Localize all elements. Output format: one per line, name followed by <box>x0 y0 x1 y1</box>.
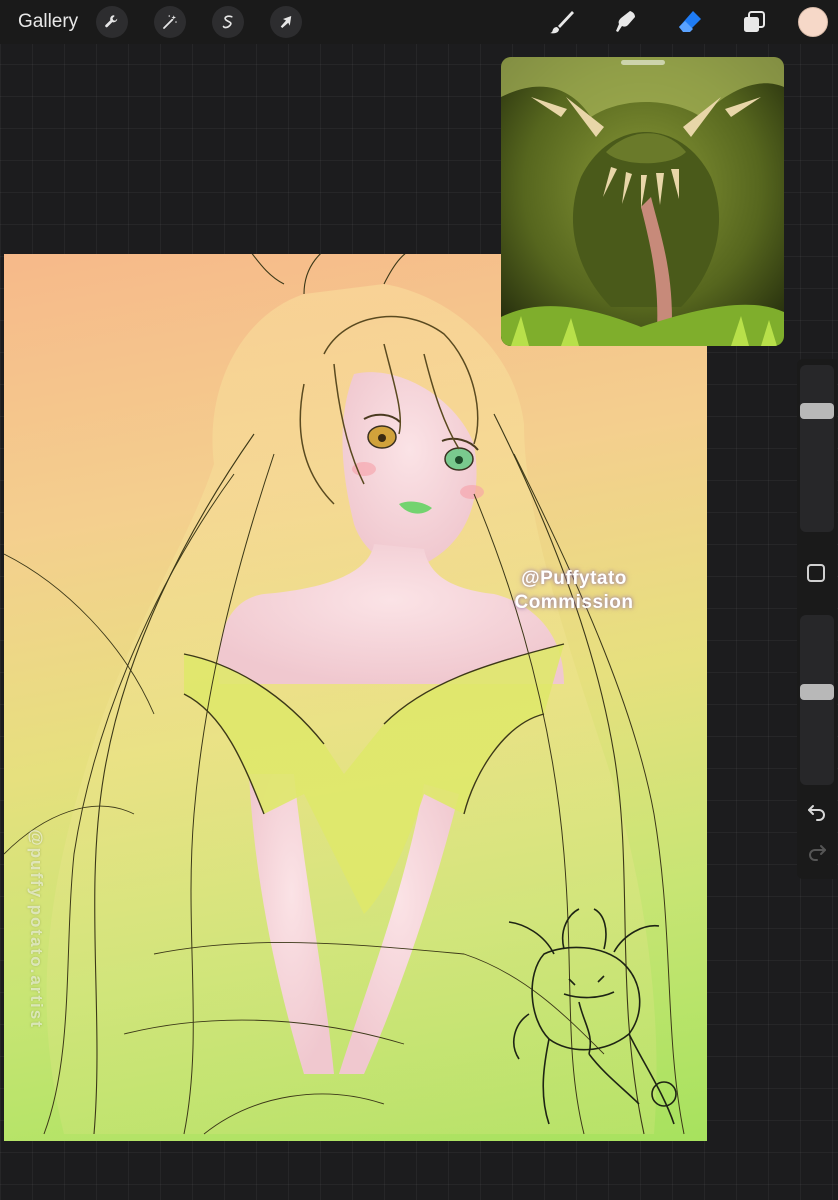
magic-wand-icon <box>163 15 177 29</box>
undo-icon[interactable] <box>805 799 829 823</box>
watermark-commission: Commission <box>514 592 634 613</box>
eraser-icon <box>679 11 701 32</box>
brush-size-thumb[interactable] <box>800 402 834 419</box>
brush-icon <box>550 11 574 34</box>
transform-button[interactable] <box>270 6 303 38</box>
redo-icon[interactable] <box>805 839 829 863</box>
top-toolbar: Gallery <box>0 0 838 44</box>
layers-icon <box>744 11 765 32</box>
selection-button[interactable] <box>212 6 245 38</box>
reference-image <box>501 57 784 346</box>
side-toolbar <box>797 359 837 879</box>
right-tool-group <box>542 0 838 44</box>
opacity-thumb[interactable] <box>800 684 834 701</box>
vertical-watermark: @puffy.potato.artist <box>27 829 46 1029</box>
smudge-icon <box>616 11 635 32</box>
reference-drag-handle[interactable] <box>621 60 665 65</box>
wrench-icon <box>105 15 118 28</box>
commission-watermark: @Puffytato Commission <box>494 567 654 615</box>
actions-button[interactable] <box>96 6 129 38</box>
gallery-button[interactable]: Gallery <box>18 11 78 33</box>
brush-size-slider[interactable] <box>800 365 834 532</box>
watermark-handle: @Puffytato <box>521 568 627 589</box>
arrow-cursor-icon <box>280 16 292 28</box>
layers-button[interactable] <box>734 2 774 42</box>
selection-icon <box>222 15 233 29</box>
color-swatch[interactable] <box>798 7 828 37</box>
artwork-illustration <box>4 254 685 1135</box>
modify-button[interactable] <box>807 564 825 582</box>
reference-window[interactable] <box>501 57 784 346</box>
adjustments-button[interactable] <box>154 6 187 38</box>
drawing-canvas[interactable]: @Puffytato Commission @puffy.potato.arti… <box>4 254 707 1141</box>
brush-button[interactable] <box>542 2 582 42</box>
eraser-button[interactable] <box>670 2 710 42</box>
smudge-button[interactable] <box>606 2 646 42</box>
